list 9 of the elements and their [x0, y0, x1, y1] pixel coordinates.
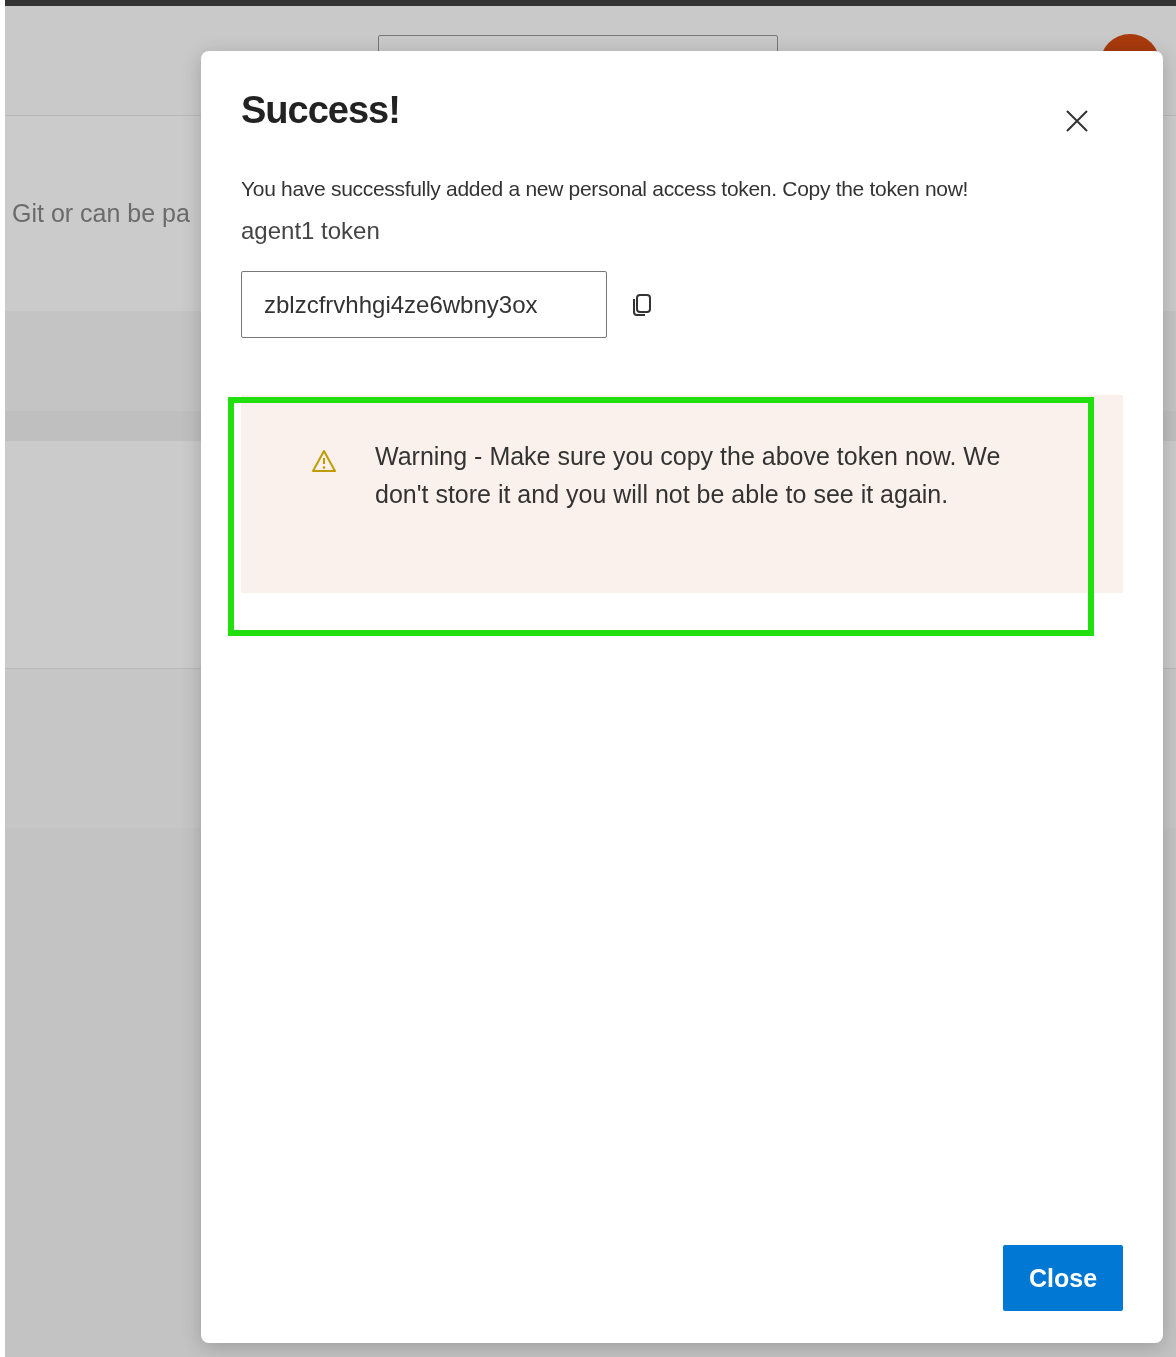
- close-button[interactable]: Close: [1003, 1245, 1123, 1311]
- warning-icon: [311, 449, 337, 473]
- success-message: You have successfully added a new personal access token. Copy the token now!: [241, 177, 970, 201]
- copy-icon[interactable]: [631, 292, 653, 317]
- warning-text: Warning - Make sure you copy the above token now. We don't store it and you will not be able to see it again.: [375, 441, 1002, 510]
- token-name: agent1 token: [241, 217, 381, 245]
- dialog-title: Success!: [241, 89, 400, 132]
- description-text: Git or can be pa: [11, 199, 190, 228]
- token-field[interactable]: zblzcfrvhhgi4ze6wbny3ox: [241, 271, 607, 338]
